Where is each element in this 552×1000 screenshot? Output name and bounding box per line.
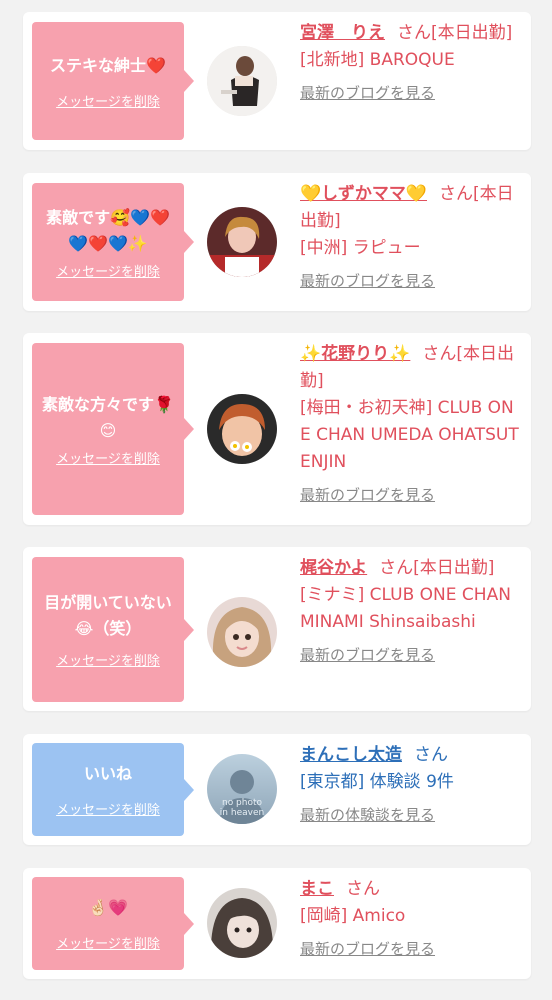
member-info: 梶谷かよ さん[本日出勤] [ミナミ] CLUB ONE CHAN MINAMI … xyxy=(300,555,522,665)
avatar[interactable] xyxy=(207,207,277,277)
message-card: 🤞🏻💗 メッセージを削除 まこ さん [岡崎] Amico 最新のブログを見る xyxy=(23,868,531,979)
member-info: 💛しずかママ💛 さん[本日出勤] [中洲] ラピュー 最新のブログを見る xyxy=(300,181,522,291)
message-card: 素敵な方々です🌹 😊 メッセージを削除 ✨花野りり✨ さん[本日出勤] [梅田・お… xyxy=(23,333,531,525)
member-info: まんこし太造 さん [東京都] 体験談 9件 最新の体験談を見る xyxy=(300,742,522,825)
honorific: さん xyxy=(422,344,457,364)
delete-message-link[interactable]: メッセージを削除 xyxy=(56,91,160,110)
shop-info: [ミナミ] CLUB ONE CHAN MINAMI Shinsaibashi xyxy=(300,585,511,632)
latest-review-link[interactable]: 最新の体験談を見る xyxy=(300,804,435,825)
delete-message-link[interactable]: メッセージを削除 xyxy=(56,448,160,467)
message-text: ステキな紳士❤️ xyxy=(50,55,166,75)
attendance-status: [本日出勤] xyxy=(431,23,513,43)
message-text: 🤞🏻💗 xyxy=(88,898,128,917)
member-info: ✨花野りり✨ さん[本日出勤] [梅田・お初天神] CLUB ONE CHAN U… xyxy=(300,341,522,505)
delete-message-link[interactable]: メッセージを削除 xyxy=(56,933,160,952)
latest-blog-link[interactable]: 最新のブログを見る xyxy=(300,938,435,959)
message-bubble: 🤞🏻💗 メッセージを削除 xyxy=(32,877,194,970)
member-name-link[interactable]: 梶谷かよ xyxy=(300,558,367,578)
avatar[interactable]: no photo in heaven xyxy=(207,754,277,824)
avatar[interactable] xyxy=(207,394,277,464)
latest-blog-link[interactable]: 最新のブログを見る xyxy=(300,270,435,291)
message-bubble: 素敵です🥰💙❤️ 💙❤️💙✨ メッセージを削除 xyxy=(32,183,194,301)
avatar[interactable] xyxy=(207,597,277,667)
member-name-link[interactable]: 宮澤 りえ xyxy=(300,23,385,43)
message-bubble: ステキな紳士❤️ メッセージを削除 xyxy=(32,22,194,140)
latest-blog-link[interactable]: 最新のブログを見る xyxy=(300,82,435,103)
message-text: 目が開いていない 😂（笑） xyxy=(44,593,172,638)
shop-info: [東京都] 体験談 9件 xyxy=(300,772,454,792)
message-text: いいね xyxy=(83,764,132,783)
shop-info: [中洲] ラピュー xyxy=(300,238,421,258)
no-photo-label: no photo xyxy=(221,798,263,808)
honorific: さん xyxy=(397,23,431,43)
member-name-link[interactable]: ✨花野りり✨ xyxy=(300,344,410,364)
message-card: いいね メッセージを削除 no photo in heaven まんこし太造 さん… xyxy=(23,734,531,845)
delete-message-link[interactable]: メッセージを削除 xyxy=(56,261,160,280)
message-bubble: 素敵な方々です🌹 😊 メッセージを削除 xyxy=(32,343,194,515)
shop-info: [梅田・お初天神] CLUB ONE CHAN UMEDA OHATSUTENJ… xyxy=(300,398,519,472)
member-name-link[interactable]: まんこし太造 xyxy=(300,745,402,765)
attendance-status: [本日出勤] xyxy=(413,558,495,578)
shop-info: [岡崎] Amico xyxy=(300,906,406,926)
honorific: さん xyxy=(379,558,414,578)
message-text: 素敵な方々です🌹 😊 xyxy=(42,394,174,440)
message-bubble: いいね メッセージを削除 xyxy=(32,743,194,836)
honorific: さん xyxy=(439,184,473,204)
member-name-link[interactable]: 💛しずかママ💛 xyxy=(300,184,427,204)
honorific: さん xyxy=(346,879,380,899)
latest-blog-link[interactable]: 最新のブログを見る xyxy=(300,484,435,505)
message-text: 素敵です🥰💙❤️ 💙❤️💙✨ xyxy=(46,207,170,253)
member-info: 宮澤 りえ さん[本日出勤] [北新地] BAROQUE 最新のブログを見る xyxy=(300,20,522,103)
avatar[interactable] xyxy=(207,46,277,116)
message-card: ステキな紳士❤️ メッセージを削除 宮澤 りえ さん[本日出勤] [北新地] BA… xyxy=(23,12,531,150)
message-card: 目が開いていない 😂（笑） メッセージを削除 梶谷かよ さん[本日出勤] [ミナミ… xyxy=(23,547,531,711)
message-card: 素敵です🥰💙❤️ 💙❤️💙✨ メッセージを削除 💛しずかママ💛 さん[本日出勤] … xyxy=(23,173,531,311)
delete-message-link[interactable]: メッセージを削除 xyxy=(56,799,160,818)
no-photo-sublabel: in heaven xyxy=(219,808,265,818)
shop-info: [北新地] BAROQUE xyxy=(300,50,455,70)
avatar[interactable] xyxy=(207,888,277,958)
honorific: さん xyxy=(414,745,448,765)
latest-blog-link[interactable]: 最新のブログを見る xyxy=(300,644,435,665)
message-bubble: 目が開いていない 😂（笑） メッセージを削除 xyxy=(32,557,194,702)
delete-message-link[interactable]: メッセージを削除 xyxy=(56,650,160,669)
member-name-link[interactable]: まこ xyxy=(300,879,334,899)
member-info: まこ さん [岡崎] Amico 最新のブログを見る xyxy=(300,876,522,959)
